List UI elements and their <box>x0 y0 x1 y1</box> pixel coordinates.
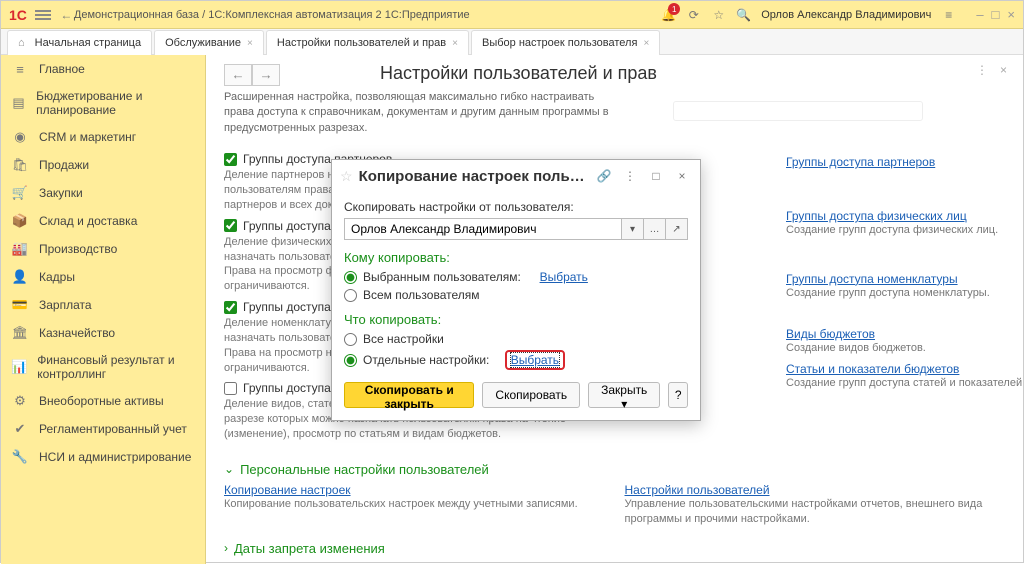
factory-icon: 🏭 <box>11 241 29 257</box>
dialog-max-icon[interactable]: □ <box>646 166 666 186</box>
logo-1c: 1C <box>9 7 27 23</box>
sidebar-item-salary[interactable]: 💳Зарплата <box>1 291 205 319</box>
close-icon[interactable]: × <box>1007 7 1015 22</box>
app-title: Демонстрационная база / 1С:Комплексная а… <box>74 9 661 21</box>
budget-icon: ▤ <box>11 95 26 111</box>
person-icon: 👤 <box>11 269 29 285</box>
menu-icon[interactable] <box>35 8 51 22</box>
select-users-link[interactable]: Выбрать <box>540 270 588 284</box>
sales-icon: 🛍 <box>11 157 29 173</box>
link-partners[interactable]: Группы доступа партнеров <box>786 155 935 169</box>
user-menu-icon[interactable]: ≡ <box>941 7 956 22</box>
box-icon: 📦 <box>11 213 29 229</box>
sidebar-item-finance[interactable]: 📊Финансовый результат и контроллинг <box>1 347 205 387</box>
radio-some-settings[interactable] <box>344 354 357 367</box>
from-label: Скопировать настройки от пользователя: <box>344 200 688 214</box>
chk-nomenclature[interactable] <box>224 301 237 314</box>
sidebar-item-regulated[interactable]: ✔Регламентированный учет <box>1 415 205 443</box>
sidebar-item-treasury[interactable]: 🏛Казначейство <box>1 319 205 347</box>
sidebar-item-budget[interactable]: ▤Бюджетирование и планирование <box>1 83 205 123</box>
sidebar-item-admin[interactable]: 🔧НСИ и администрирование <box>1 443 205 471</box>
from-user-input[interactable] <box>344 218 622 240</box>
section-dates[interactable]: Даты запрета изменения <box>224 541 1005 556</box>
tab-select[interactable]: Выбор настроек пользователя× <box>471 30 660 55</box>
ellipsis-button[interactable]: … <box>644 218 666 240</box>
tab-service[interactable]: Обслуживание× <box>154 30 264 55</box>
maximize-icon[interactable]: □ <box>992 7 1000 22</box>
user-desc: Управление пользовательскими настройками… <box>625 497 1006 527</box>
sidebar-item-assets[interactable]: ⚙Внеоборотные активы <box>1 387 205 415</box>
link-budget-items[interactable]: Статьи и показатели бюджетов <box>786 362 959 376</box>
sidebar-item-main[interactable]: ≡Главное <box>1 55 205 83</box>
title-bar: 1C ← Демонстрационная база / 1С:Комплекс… <box>1 1 1023 29</box>
chk-budgets[interactable] <box>224 382 237 395</box>
link-budget-types[interactable]: Виды бюджетов <box>786 327 875 341</box>
copy-desc: Копирование пользовательских настроек ме… <box>224 497 605 512</box>
section-personal[interactable]: Персональные настройки пользователей <box>224 462 1005 477</box>
bank-icon: 🏛 <box>11 325 29 341</box>
back-icon[interactable]: ← <box>59 7 74 22</box>
open-button[interactable]: ↗ <box>666 218 688 240</box>
link-persons[interactable]: Группы доступа физических лиц <box>786 209 967 223</box>
sidebar-item-crm[interactable]: ◉CRM и маркетинг <box>1 123 205 151</box>
link-user-settings[interactable]: Настройки пользователей <box>625 483 770 497</box>
minimize-icon[interactable]: – <box>976 7 983 22</box>
dialog-title: Копирование настроек поль… <box>359 168 588 185</box>
copy-settings-dialog: ☆ Копирование настроек поль… 🔗 ⋮ □ × Ско… <box>331 159 701 421</box>
select-settings-link[interactable]: Выбрать <box>511 353 559 367</box>
sidebar-item-warehouse[interactable]: 📦Склад и доставка <box>1 207 205 235</box>
check-icon: ✔ <box>11 421 29 437</box>
what-section: Что копировать: <box>344 312 688 327</box>
chart-icon: 📊 <box>11 359 27 375</box>
page-description: Расширенная настройка, позволяющая макси… <box>224 90 624 136</box>
copy-close-button[interactable]: Скопировать и закрыть <box>344 382 474 408</box>
link-icon[interactable]: 🔗 <box>594 166 614 186</box>
sidebar-item-hr[interactable]: 👤Кадры <box>1 263 205 291</box>
radio-selected-users[interactable] <box>344 271 357 284</box>
gear-icon: ⚙ <box>11 393 29 409</box>
nav-back-button[interactable]: ← <box>224 64 252 86</box>
dialog-close-icon[interactable]: × <box>672 166 692 186</box>
page-close-icon[interactable]: × <box>1000 63 1007 77</box>
sidebar-item-sales[interactable]: 🛍Продажи <box>1 151 205 179</box>
cart-icon: 🛒 <box>11 185 29 201</box>
main-icon: ≡ <box>11 61 29 77</box>
current-user[interactable]: Орлов Александр Владимирович <box>761 9 931 21</box>
close-button[interactable]: Закрыть ▾ <box>588 382 660 408</box>
wrench-icon: 🔧 <box>11 449 29 465</box>
dialog-more-icon[interactable]: ⋮ <box>620 166 640 186</box>
tabs-bar: Начальная страница Обслуживание× Настрой… <box>1 29 1023 55</box>
bell-icon[interactable]: 🔔1 <box>661 7 676 22</box>
card-icon: 💳 <box>11 297 29 313</box>
star-icon[interactable]: ☆ <box>711 7 726 22</box>
link-nomenclature[interactable]: Группы доступа номенклатуры <box>786 272 958 286</box>
copy-button[interactable]: Скопировать <box>482 382 580 408</box>
tab-settings[interactable]: Настройки пользователей и прав× <box>266 30 469 55</box>
radio-all-users[interactable] <box>344 289 357 302</box>
sidebar: ≡Главное ▤Бюджетирование и планирование … <box>1 55 206 564</box>
nav-fwd-button[interactable]: → <box>252 64 280 86</box>
sidebar-item-purchase[interactable]: 🛒Закупки <box>1 179 205 207</box>
page-title: Настройки пользователей и прав <box>380 63 657 84</box>
tab-close-icon[interactable]: × <box>247 38 253 49</box>
search-icon[interactable]: 🔍 <box>736 7 751 22</box>
chk-persons[interactable] <box>224 219 237 232</box>
help-button[interactable]: ? <box>668 382 688 408</box>
crm-icon: ◉ <box>11 129 29 145</box>
history-icon[interactable]: ⟳ <box>686 7 701 22</box>
favorite-icon[interactable]: ☆ <box>340 168 353 185</box>
more-icon[interactable]: ⋮ <box>976 63 988 77</box>
link-copy-settings[interactable]: Копирование настроек <box>224 483 351 497</box>
tab-close-icon[interactable]: × <box>452 38 458 49</box>
tab-close-icon[interactable]: × <box>643 38 649 49</box>
radio-all-settings[interactable] <box>344 333 357 346</box>
whom-section: Кому копировать: <box>344 250 688 265</box>
sidebar-item-production[interactable]: 🏭Производство <box>1 235 205 263</box>
tab-home[interactable]: Начальная страница <box>7 30 152 55</box>
chk-partners[interactable] <box>224 153 237 166</box>
dropdown-button[interactable]: ▾ <box>622 218 644 240</box>
search-box[interactable] <box>673 101 923 121</box>
